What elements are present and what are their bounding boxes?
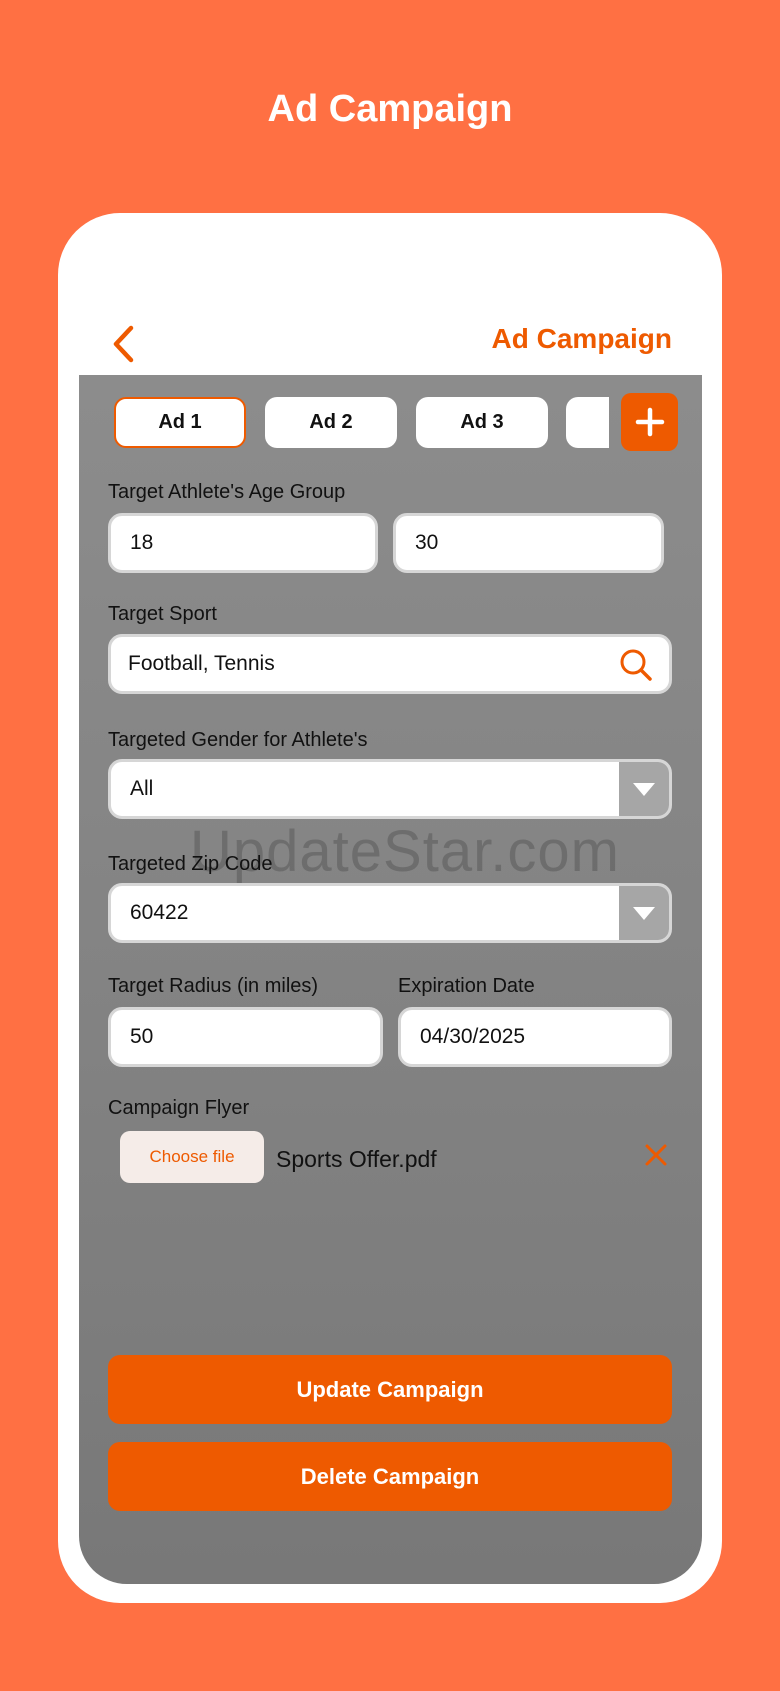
age-group-label: Target Athlete's Age Group [108,481,346,503]
gender-value: All [130,777,154,800]
age-max-value: 30 [415,531,439,554]
tab-ad-partial[interactable] [566,397,609,448]
zip-label: Targeted Zip Code [108,853,273,875]
sport-label: Target Sport [108,603,217,625]
flyer-file-name: Sports Offer.pdf [276,1146,437,1172]
expiration-date-input[interactable]: 04/30/2025 [398,1007,672,1067]
plus-icon [635,407,664,437]
add-ad-button[interactable] [621,393,678,451]
chevron-left-icon [113,325,134,363]
close-icon[interactable] [642,1141,670,1169]
page-title: Ad Campaign [267,88,513,130]
header-title: Ad Campaign [491,323,672,354]
search-icon[interactable] [619,648,653,682]
expiration-value: 04/30/2025 [420,1025,526,1048]
radius-value: 50 [130,1025,154,1048]
sport-search-input[interactable]: Football, Tennis [108,634,672,694]
age-min-value: 18 [130,531,154,554]
age-min-input[interactable]: 18 [108,513,378,573]
expiration-label: Expiration Date [398,975,535,997]
radius-input[interactable]: 50 [108,1007,383,1067]
tab-ad-3[interactable]: Ad 3 [416,397,548,448]
back-button[interactable] [106,321,140,367]
age-max-input[interactable]: 30 [393,513,664,573]
caret-down-icon [633,906,655,920]
flyer-label: Campaign Flyer [108,1097,250,1119]
update-campaign-button[interactable]: Update Campaign [108,1355,672,1424]
choose-file-button[interactable]: Choose file [120,1131,264,1183]
sport-value: Football, Tennis [128,652,275,675]
zip-dropdown-toggle[interactable] [619,886,669,940]
gender-dropdown-toggle[interactable] [619,762,669,816]
tab-ad-2[interactable]: Ad 2 [265,397,397,448]
caret-down-icon [633,782,655,796]
gender-label: Targeted Gender for Athlete's [108,729,368,751]
zip-value: 60422 [130,901,189,924]
zip-select[interactable]: 60422 [108,883,672,943]
delete-campaign-button[interactable]: Delete Campaign [108,1442,672,1511]
tab-ad-1[interactable]: Ad 1 [114,397,246,448]
radius-label: Target Radius (in miles) [108,975,319,997]
gender-select[interactable]: All [108,759,672,819]
